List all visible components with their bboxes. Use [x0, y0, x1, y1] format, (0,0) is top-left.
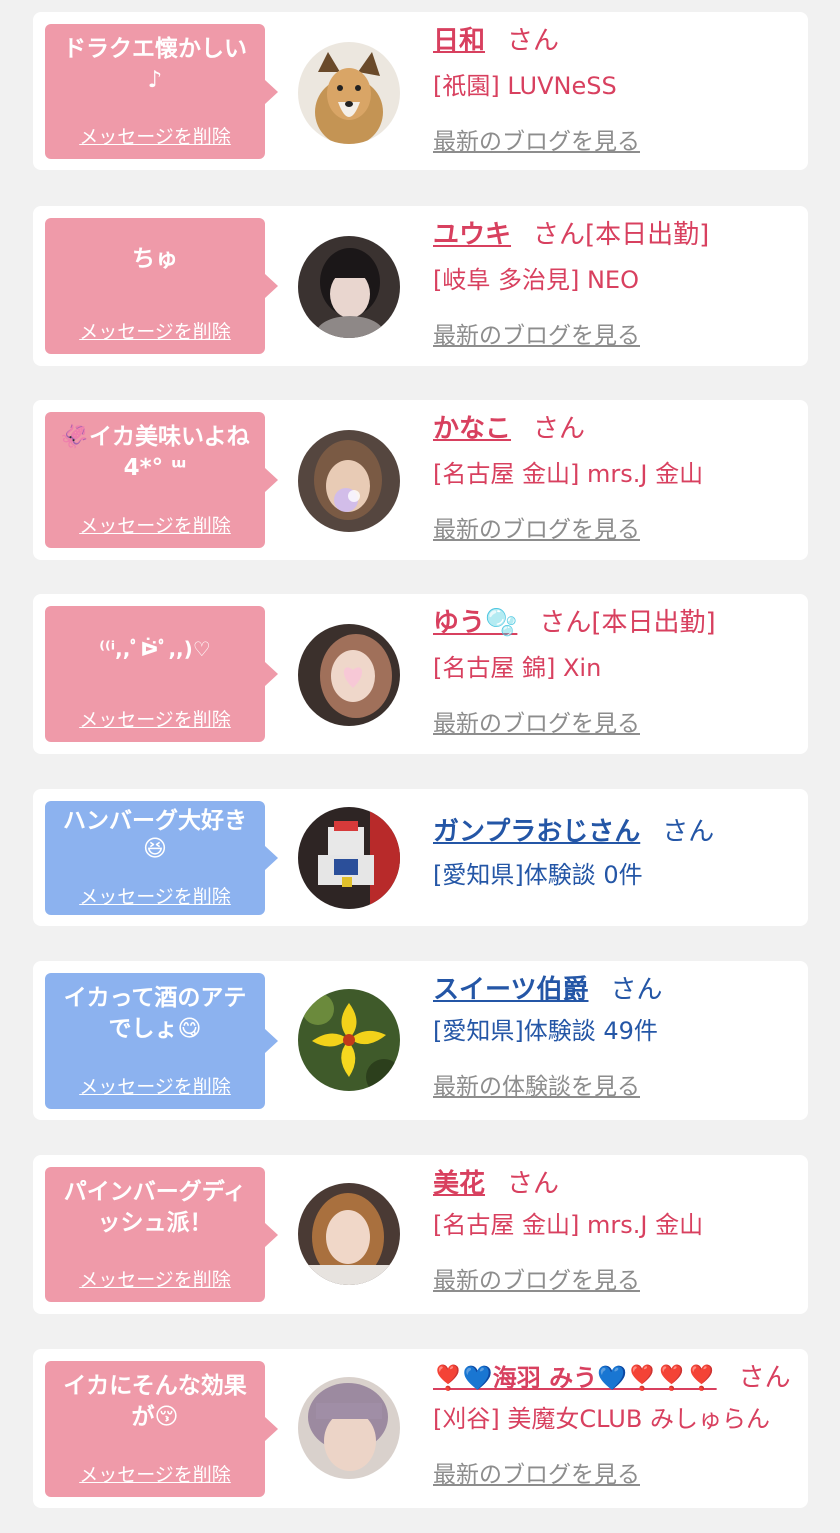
user-name-link[interactable]: 美花	[433, 1169, 485, 1199]
honorific: さん	[738, 1363, 791, 1393]
honorific: さん	[662, 817, 715, 847]
avatar[interactable]	[298, 1183, 400, 1285]
avatar[interactable]	[298, 807, 400, 909]
shop-name: [愛知県]体験談 0件	[433, 861, 643, 889]
latest-reviews-link[interactable]: 最新の体験談を見る	[433, 1067, 640, 1101]
delete-message-link[interactable]: メッセージを削除	[45, 1460, 265, 1487]
latest-blog-link[interactable]: 最新のブログを見る	[433, 704, 640, 738]
user-name-link[interactable]: ゆう🫧	[433, 608, 517, 638]
message-card: イカって酒のアテでしょ😋 メッセージを削除 スイーツ伯爵 さん [愛知県]体験談 …	[33, 961, 808, 1120]
shop-name: [岐阜 多治見] NEO	[433, 266, 639, 294]
honorific: さん	[507, 26, 560, 56]
message-card: パインバーグディッシュ派！ メッセージを削除 美花 さん [名古屋 金山] mrs…	[33, 1155, 808, 1314]
user-name-link[interactable]: ユウキ	[433, 220, 511, 250]
user-name-link[interactable]: ガンプラおじさん	[433, 817, 640, 847]
message-card: ハンバーグ大好き 😆 メッセージを削除 ガンプラおじさん さん [愛知県]体験談 …	[33, 789, 808, 926]
message-text: パインバーグディッシュ派！	[63, 1179, 247, 1236]
message-text: ハンバーグ大好き 😆	[63, 808, 247, 862]
message-bubble: ハンバーグ大好き 😆 メッセージを削除	[45, 801, 278, 915]
message-bubble: イカにそんな効果が😚 メッセージを削除	[45, 1361, 278, 1497]
delete-message-link[interactable]: メッセージを削除	[45, 511, 265, 538]
latest-blog-link[interactable]: 最新のブログを見る	[433, 510, 640, 544]
shop-name: [名古屋 金山] mrs.J 金山	[433, 460, 704, 488]
avatar[interactable]	[298, 430, 400, 532]
honorific: さん	[507, 1169, 560, 1199]
message-bubble: 🦑イカ美味いよね 4*° ᵚ メッセージを削除	[45, 412, 278, 548]
message-bubble: イカって酒のアテでしょ😋 メッセージを削除	[45, 973, 278, 1109]
honorific: さん	[610, 975, 663, 1005]
message-card: ちゅ メッセージを削除 ユウキ さん[本日出勤] [岐阜 多治見] NEO 最新の…	[33, 206, 808, 366]
delete-message-link[interactable]: メッセージを削除	[45, 122, 265, 149]
honorific: さん[本日出勤]	[533, 220, 710, 250]
avatar[interactable]	[298, 42, 400, 144]
message-text: ドラクエ懐かしい ♪	[63, 36, 247, 93]
user-name-link[interactable]: ❣️💙海羽 みう💙❣️❣️❣️	[433, 1364, 717, 1392]
delete-message-link[interactable]: メッセージを削除	[45, 705, 265, 732]
user-info: ❣️💙海羽 みう💙❣️❣️❣️ さん [刈谷] 美魔女CLUB みしゅらん 最新の…	[433, 1361, 798, 1488]
message-text: 🦑イカ美味いよね 4*° ᵚ	[60, 424, 250, 481]
shop-name: [名古屋 錦] Xin	[433, 654, 602, 682]
message-bubble: ちゅ メッセージを削除	[45, 218, 278, 354]
latest-blog-link[interactable]: 最新のブログを見る	[433, 316, 640, 350]
delete-message-link[interactable]: メッセージを削除	[45, 317, 265, 344]
user-info: 日和 さん [祇園] LUVNeSS 最新のブログを見る	[433, 24, 798, 155]
shop-name: [名古屋 金山] mrs.J 金山	[433, 1211, 704, 1239]
user-info: 美花 さん [名古屋 金山] mrs.J 金山 最新のブログを見る	[433, 1167, 798, 1294]
message-bubble: パインバーグディッシュ派！ メッセージを削除	[45, 1167, 278, 1302]
honorific: さん	[533, 414, 586, 444]
avatar[interactable]	[298, 1377, 400, 1479]
latest-blog-link[interactable]: 最新のブログを見る	[433, 1261, 640, 1295]
message-card: イカにそんな効果が😚 メッセージを削除 ❣️💙海羽 みう💙❣️❣️❣️ さん [刈…	[33, 1349, 808, 1508]
user-info: スイーツ伯爵 さん [愛知県]体験談 49件 最新の体験談を見る	[433, 973, 798, 1100]
user-info: ゆう🫧 さん[本日出勤] [名古屋 錦] Xin 最新のブログを見る	[433, 606, 798, 737]
user-info: ガンプラおじさん さん [愛知県]体験談 0件	[433, 815, 798, 891]
user-info: ユウキ さん[本日出勤] [岐阜 多治見] NEO 最新のブログを見る	[433, 218, 798, 349]
user-name-link[interactable]: スイーツ伯爵	[433, 975, 588, 1005]
latest-blog-link[interactable]: 最新のブログを見る	[433, 1455, 640, 1489]
user-info: かなこ さん [名古屋 金山] mrs.J 金山 最新のブログを見る	[433, 412, 798, 543]
message-card: ドラクエ懐かしい ♪ メッセージを削除 日和 さん [祇園] LUVNeSS 最新…	[33, 12, 808, 170]
avatar[interactable]	[298, 989, 400, 1091]
message-bubble: ドラクエ懐かしい ♪ メッセージを削除	[45, 24, 278, 159]
user-name-link[interactable]: かなこ	[433, 414, 511, 444]
message-text: ちゅ	[132, 246, 178, 272]
delete-message-link[interactable]: メッセージを削除	[45, 882, 265, 909]
avatar[interactable]	[298, 236, 400, 338]
message-card: 🦑イカ美味いよね 4*° ᵚ メッセージを削除 かなこ さん [名古屋 金山] m…	[33, 400, 808, 560]
shop-name: [祇園] LUVNeSS	[433, 72, 617, 100]
delete-message-link[interactable]: メッセージを削除	[45, 1265, 265, 1292]
message-list: ドラクエ懐かしい ♪ メッセージを削除 日和 さん [祇園] LUVNeSS 最新…	[0, 0, 840, 1533]
latest-blog-link[interactable]: 最新のブログを見る	[433, 122, 640, 156]
message-bubble: ⁽⁽ⁱ,,ﾟᐖﾟ,,)♡ メッセージを削除	[45, 606, 278, 742]
delete-message-link[interactable]: メッセージを削除	[45, 1072, 265, 1099]
avatar[interactable]	[298, 624, 400, 726]
message-card: ⁽⁽ⁱ,,ﾟᐖﾟ,,)♡ メッセージを削除 ゆう🫧 さん[本日出勤] [名古屋 錦…	[33, 594, 808, 754]
message-text: ⁽⁽ⁱ,,ﾟᐖﾟ,,)♡	[99, 637, 211, 661]
user-name-link[interactable]: 日和	[433, 26, 485, 56]
shop-name: [愛知県]体験談 49件	[433, 1017, 658, 1045]
message-text: イカって酒のアテでしょ😋	[63, 985, 247, 1042]
message-text: イカにそんな効果が😚	[63, 1373, 247, 1430]
honorific: さん[本日出勤]	[539, 608, 716, 638]
shop-name: [刈谷] 美魔女CLUB みしゅらん	[433, 1405, 770, 1433]
